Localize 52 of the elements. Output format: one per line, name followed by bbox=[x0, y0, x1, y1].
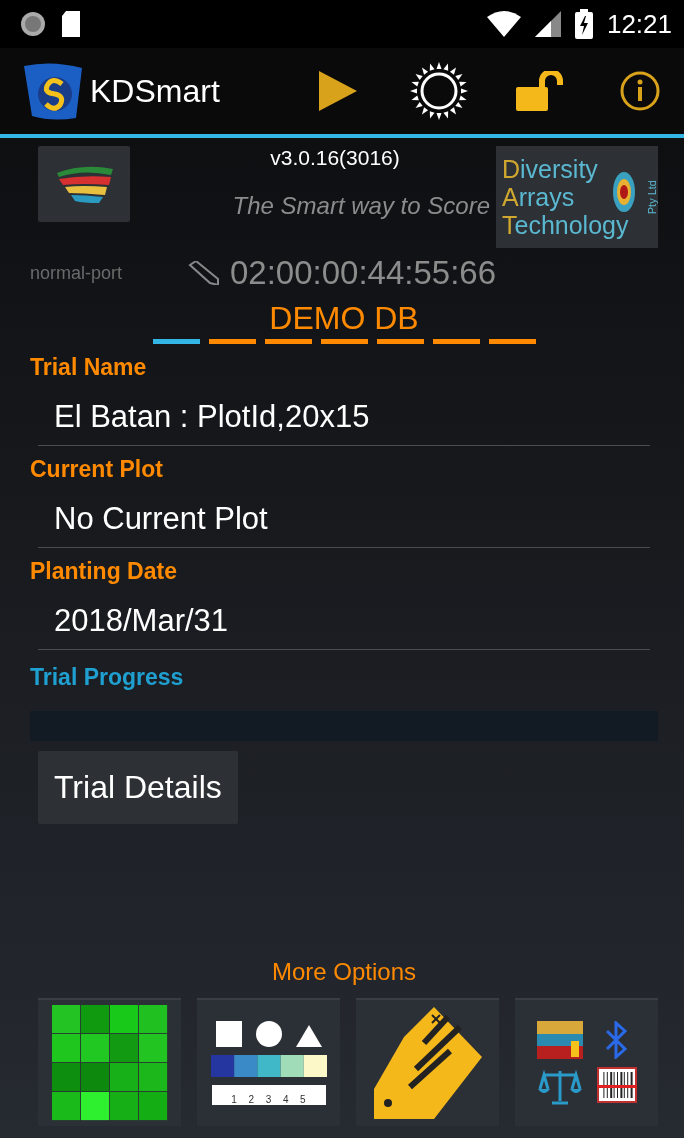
logo-text: Diversity bbox=[502, 155, 599, 183]
field-label: Current Plot bbox=[30, 456, 164, 483]
more-options-title: More Options bbox=[270, 958, 418, 986]
field-value: 2018/Mar/31 bbox=[38, 585, 650, 650]
scale-icon bbox=[537, 1069, 582, 1105]
wifi-icon bbox=[486, 11, 521, 37]
target-icon bbox=[612, 170, 636, 214]
pencil-icon bbox=[188, 261, 220, 285]
logo-suffix: Pty Ltd bbox=[646, 180, 658, 215]
logo-button[interactable] bbox=[38, 146, 130, 222]
tagline: The Smart way to Score bbox=[232, 192, 490, 220]
brightness-button[interactable] bbox=[408, 60, 470, 122]
ruler-number: 5 bbox=[300, 1094, 306, 1105]
play-icon bbox=[319, 71, 357, 111]
circle-icon bbox=[255, 1021, 282, 1047]
ruler-number: 1 bbox=[231, 1094, 237, 1105]
field-label: Trial Name bbox=[30, 354, 148, 381]
sd-card-icon bbox=[60, 10, 82, 38]
app-title: KDSmart bbox=[90, 72, 220, 110]
scoring-button[interactable] bbox=[356, 998, 499, 1126]
field-value: No Current Plot bbox=[38, 483, 650, 548]
padlock-icon bbox=[516, 71, 564, 111]
app-logo bbox=[22, 60, 84, 122]
battery-icon bbox=[574, 9, 593, 39]
info-icon bbox=[620, 71, 660, 111]
ruler-number: 2 bbox=[248, 1094, 255, 1105]
field-value: El Batan : PlotId,20x15 bbox=[38, 381, 650, 446]
field-grid-button[interactable] bbox=[38, 998, 181, 1126]
database-name: DEMO DB bbox=[268, 300, 420, 337]
clock: 12:21 bbox=[606, 8, 672, 40]
version-text: v3.0.16(3016) bbox=[270, 146, 400, 170]
field-label: Planting Date bbox=[30, 558, 178, 585]
logo-text: Arrays bbox=[502, 183, 576, 211]
progress-label: Trial Progress bbox=[30, 664, 185, 691]
triangle-icon bbox=[295, 1025, 322, 1047]
trial-details-button[interactable]: Trial Details bbox=[38, 751, 238, 824]
color-scale-icon bbox=[210, 1055, 327, 1077]
sync-icon bbox=[20, 11, 46, 37]
database-icon bbox=[536, 1019, 583, 1061]
traits-button[interactable]: 1 2 3 4 5 bbox=[197, 998, 340, 1126]
sun-icon bbox=[408, 60, 470, 122]
square-icon bbox=[215, 1021, 242, 1047]
ruler-number: 4 bbox=[282, 1094, 289, 1105]
logo-text: Technology bbox=[502, 211, 629, 239]
plot-grid-icon bbox=[51, 1005, 168, 1121]
layout-label: normal-port bbox=[30, 262, 124, 284]
bluetooth-icon bbox=[604, 1021, 629, 1059]
tag-pencil-icon bbox=[373, 1007, 482, 1119]
devices-button[interactable] bbox=[515, 998, 658, 1126]
ruler-number: 3 bbox=[265, 1094, 272, 1105]
signal-icon bbox=[534, 11, 561, 37]
timer: 02:00:00:44:55:66 bbox=[230, 254, 497, 292]
